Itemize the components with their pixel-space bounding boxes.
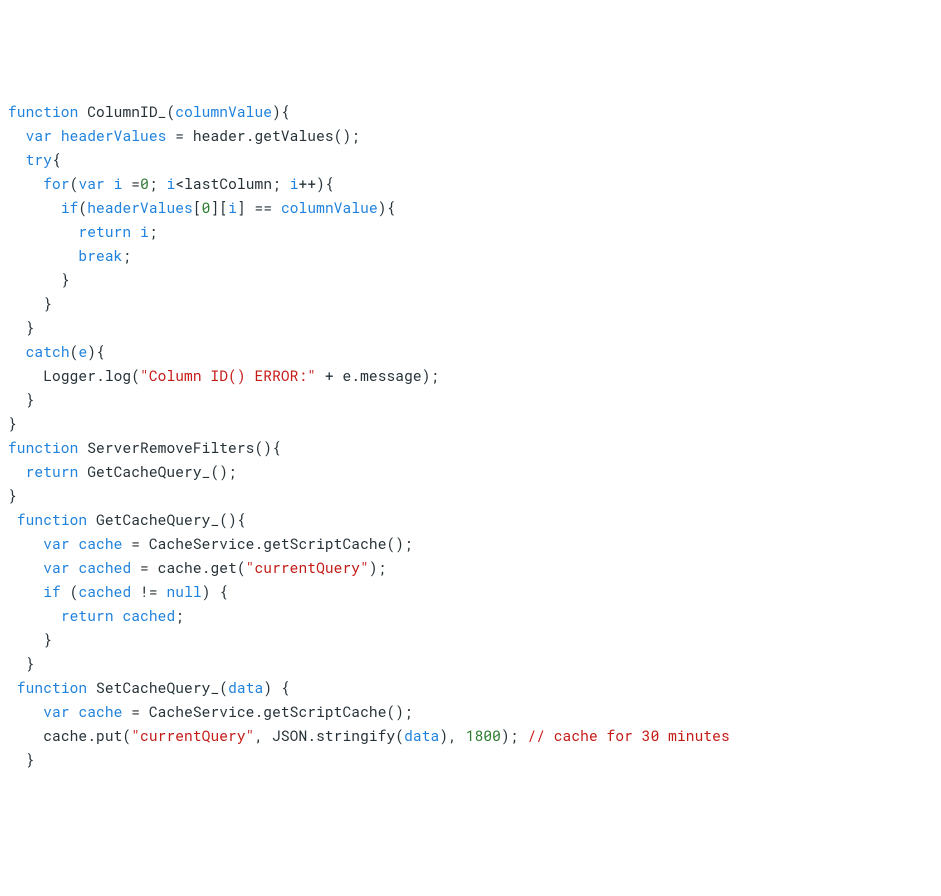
error-string: "Column ID() ERROR:" <box>140 366 316 385</box>
function-name: ServerRemoveFilters <box>87 438 254 457</box>
comment: // cache for 30 minutes <box>527 726 729 745</box>
function-name: SetCacheQuery_ <box>96 678 219 697</box>
code-block: function ColumnID_(columnValue){ var hea… <box>8 100 933 772</box>
keyword-function: function <box>8 102 78 121</box>
function-name: ColumnID_ <box>87 102 166 121</box>
param-columnValue: columnValue <box>175 102 272 121</box>
function-name: GetCacheQuery_ <box>96 510 219 529</box>
